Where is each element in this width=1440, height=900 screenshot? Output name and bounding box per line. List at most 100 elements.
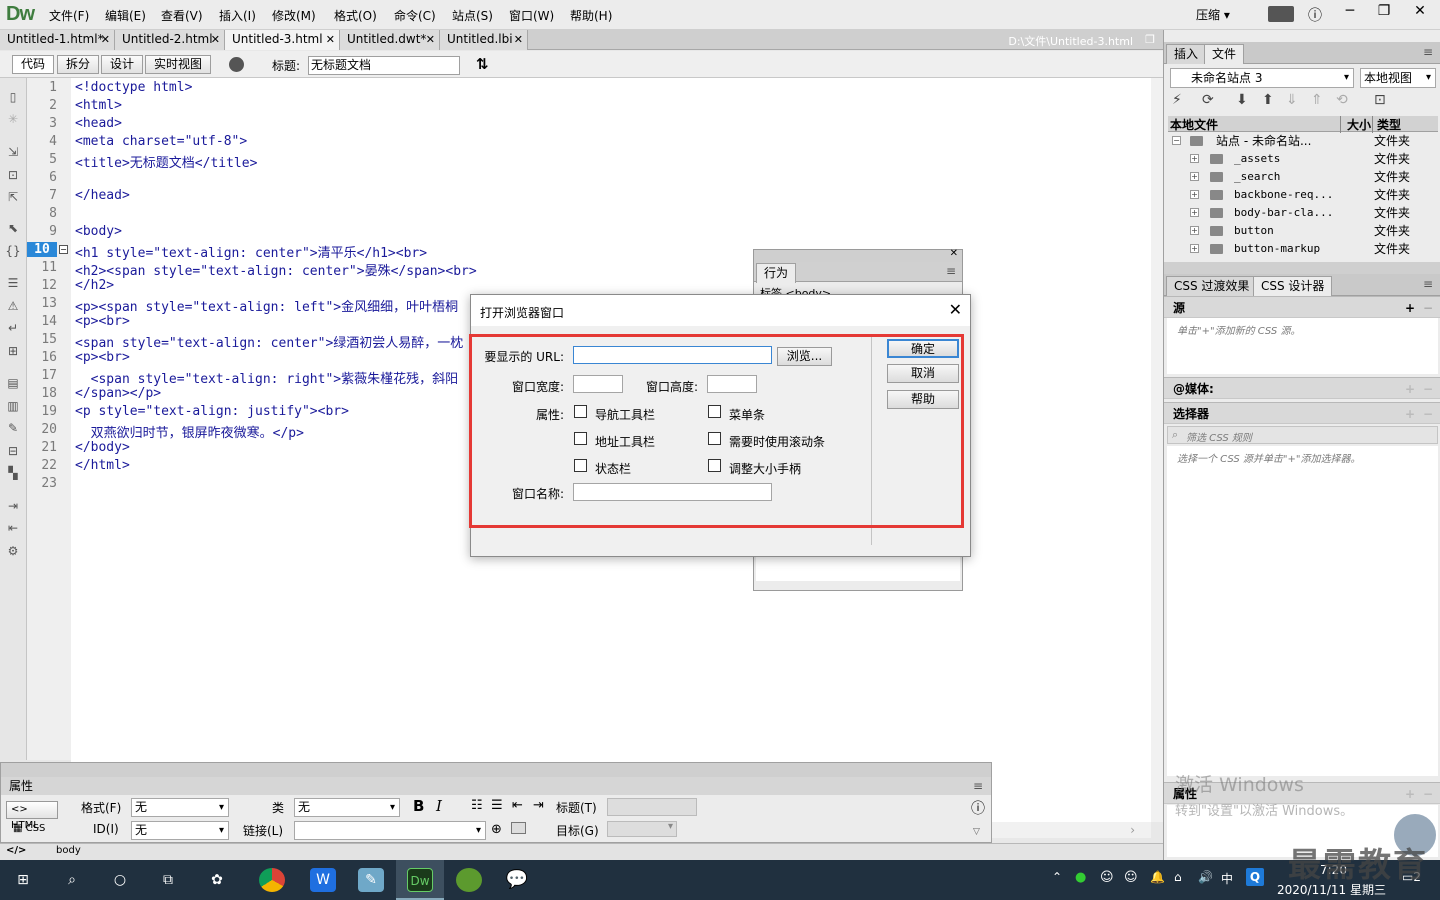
add-source-icon[interactable]: + xyxy=(1405,297,1415,319)
unordered-list-icon[interactable]: ☷ xyxy=(471,798,483,813)
tab-css-transitions[interactable]: CSS 过渡效果 xyxy=(1166,276,1258,296)
close-tab-icon[interactable]: ✕ xyxy=(326,30,335,49)
expand-icon[interactable]: + xyxy=(1190,190,1199,199)
live-view-button[interactable]: 实时视图 xyxy=(145,55,212,74)
line-number[interactable]: 2 xyxy=(27,98,57,113)
workspace-switcher[interactable]: 压缩 ▾ xyxy=(1196,6,1230,23)
line-number[interactable]: 16 xyxy=(27,350,57,365)
class-select[interactable]: 无 ▾ xyxy=(294,798,400,817)
line-number[interactable]: 1 xyxy=(27,80,57,95)
get-files-icon[interactable]: ⬇ xyxy=(1236,92,1248,108)
info-icon[interactable]: ⓘ xyxy=(1308,5,1322,25)
wps-writer-icon[interactable]: W xyxy=(310,868,336,892)
select-parent-tag-icon[interactable]: ⬉ xyxy=(5,221,21,235)
scroll-right-icon[interactable]: › xyxy=(1130,823,1135,837)
tab-untitled-dwt[interactable]: Untitled.dwt* ✕ xyxy=(340,30,440,50)
close-panel-icon[interactable]: ✕ xyxy=(950,248,958,259)
line-number[interactable]: 9 xyxy=(27,224,57,239)
file-row[interactable]: + body-bar-cla... 文件夹 xyxy=(1168,204,1423,222)
properties-panel-bar[interactable] xyxy=(1,763,991,777)
italic-icon[interactable]: I xyxy=(436,797,442,815)
col-size[interactable]: 大小 xyxy=(1340,116,1371,133)
code-line[interactable]: <!doctype html> xyxy=(75,80,192,95)
fold-marker-icon[interactable]: − xyxy=(59,245,68,254)
browse-folder-icon[interactable] xyxy=(511,822,526,834)
wechat-icon[interactable]: 💬 xyxy=(504,868,530,892)
split-view-button[interactable]: 拆分 xyxy=(57,55,100,74)
help-icon[interactable]: ⓘ xyxy=(971,798,985,818)
file-management-icon[interactable]: ⇅ xyxy=(476,55,489,73)
code-line[interactable]: <p><span style="text-align: left">金风细细，叶… xyxy=(75,296,458,315)
outdent-icon[interactable]: ⇤ xyxy=(5,521,21,535)
extensions-icon[interactable] xyxy=(1268,6,1294,22)
line-number[interactable]: 18 xyxy=(27,386,57,401)
code-line[interactable]: <head> xyxy=(75,116,122,131)
tray-expand-icon[interactable]: ⌃ xyxy=(1052,870,1062,884)
menu-help[interactable]: 帮助(H) xyxy=(570,7,612,24)
cortana-icon[interactable]: ○ xyxy=(107,868,133,892)
site-select[interactable]: 未命名站点 3 ▾ xyxy=(1170,68,1354,88)
connect-icon[interactable]: ⚡ xyxy=(1172,92,1182,108)
line-number[interactable]: 14 xyxy=(27,314,57,329)
tab-untitled-lbi[interactable]: Untitled.lbi ✕ xyxy=(440,30,528,50)
close-button[interactable]: ✕ xyxy=(1401,0,1439,22)
wechat-tray-icon[interactable]: ● xyxy=(1075,870,1086,885)
line-numbers-icon[interactable]: ☰ xyxy=(5,276,21,290)
snippet-icon[interactable]: ✳ xyxy=(5,112,21,126)
indent-icon[interactable]: ⇥ xyxy=(5,499,21,513)
move-css-icon[interactable]: ▚ xyxy=(5,466,21,480)
code-line[interactable]: <p><br> xyxy=(75,350,130,365)
syntax-error-icon[interactable]: ⊞ xyxy=(5,344,21,358)
code-line[interactable]: </html> xyxy=(75,458,130,473)
notification-bell-icon[interactable]: 🔔 xyxy=(1150,870,1165,884)
line-number[interactable]: 21 xyxy=(27,440,57,455)
network-icon[interactable]: ⌂ xyxy=(1174,870,1182,884)
menu-file[interactable]: 文件(F) xyxy=(49,7,89,24)
title-field-input[interactable] xyxy=(607,798,697,816)
expand-all-icon[interactable]: ⇱ xyxy=(5,190,21,204)
tab-files[interactable]: 文件 xyxy=(1204,44,1245,64)
code-line[interactable]: </body> xyxy=(75,440,130,455)
selector-list[interactable]: 选择一个 CSS 源并单击"+"添加选择器。 xyxy=(1167,446,1438,776)
balance-braces-icon[interactable]: {} xyxy=(5,244,21,258)
expand-panel-icon[interactable]: ⊡ xyxy=(1374,92,1386,108)
refresh-icon[interactable]: ⟳ xyxy=(1202,92,1214,108)
line-number[interactable]: 20 xyxy=(27,422,57,437)
panel-menu-icon[interactable]: ≡ xyxy=(1423,45,1433,59)
restore-doc-icon[interactable]: ❐ xyxy=(1145,33,1155,46)
source-list[interactable]: 单击"+"添加新的 CSS 源。 xyxy=(1167,318,1438,374)
title-input[interactable]: 无标题文档 xyxy=(308,56,460,75)
ordered-list-icon[interactable]: ☰ xyxy=(491,798,503,813)
code-line[interactable]: <p style="text-align: justify"><br> xyxy=(75,404,349,419)
line-number[interactable]: 7 xyxy=(27,188,57,203)
file-row[interactable]: + _assets 文件夹 xyxy=(1168,150,1423,168)
menu-insert[interactable]: 插入(I) xyxy=(219,7,256,24)
code-line[interactable]: <h1 style="text-align: center">清平乐</h1><… xyxy=(75,242,427,261)
code-line[interactable]: </head> xyxy=(75,188,130,203)
line-number[interactable]: 4 xyxy=(27,134,57,149)
line-number[interactable]: 15 xyxy=(27,332,57,347)
ime-q-icon[interactable]: Q xyxy=(1246,868,1264,886)
code-line[interactable]: <p><br> xyxy=(75,314,130,329)
line-number[interactable]: 12 xyxy=(27,278,57,293)
close-tab-icon[interactable]: ✕ xyxy=(426,30,435,49)
check-out-icon[interactable]: ⇓ xyxy=(1286,92,1298,108)
line-number[interactable]: 6 xyxy=(27,170,57,185)
close-tab-icon[interactable]: ✕ xyxy=(101,30,110,49)
tag-selector[interactable]: body xyxy=(56,845,81,856)
line-number[interactable]: 3 xyxy=(27,116,57,131)
recent-snippets-icon[interactable]: ⊟ xyxy=(5,444,21,458)
line-number[interactable]: 23 xyxy=(27,476,57,491)
add-property-icon[interactable]: + xyxy=(1405,783,1415,805)
link-input[interactable]: ▾ xyxy=(294,821,486,840)
file-row[interactable]: + button 文件夹 xyxy=(1168,222,1423,240)
expand-icon[interactable]: + xyxy=(1190,172,1199,181)
panel-menu-icon[interactable]: ≡ xyxy=(973,777,983,795)
globe-icon[interactable] xyxy=(229,57,244,72)
design-view-button[interactable]: 设计 xyxy=(101,55,144,74)
sync-icon[interactable]: ⟲ xyxy=(1336,92,1348,108)
tab-untitled-3[interactable]: Untitled-3.html ✕ xyxy=(225,30,340,50)
put-files-icon[interactable]: ⬆ xyxy=(1262,92,1274,108)
menu-format[interactable]: 格式(O) xyxy=(334,7,377,24)
remove-comment-icon[interactable]: ▥ xyxy=(5,399,21,413)
